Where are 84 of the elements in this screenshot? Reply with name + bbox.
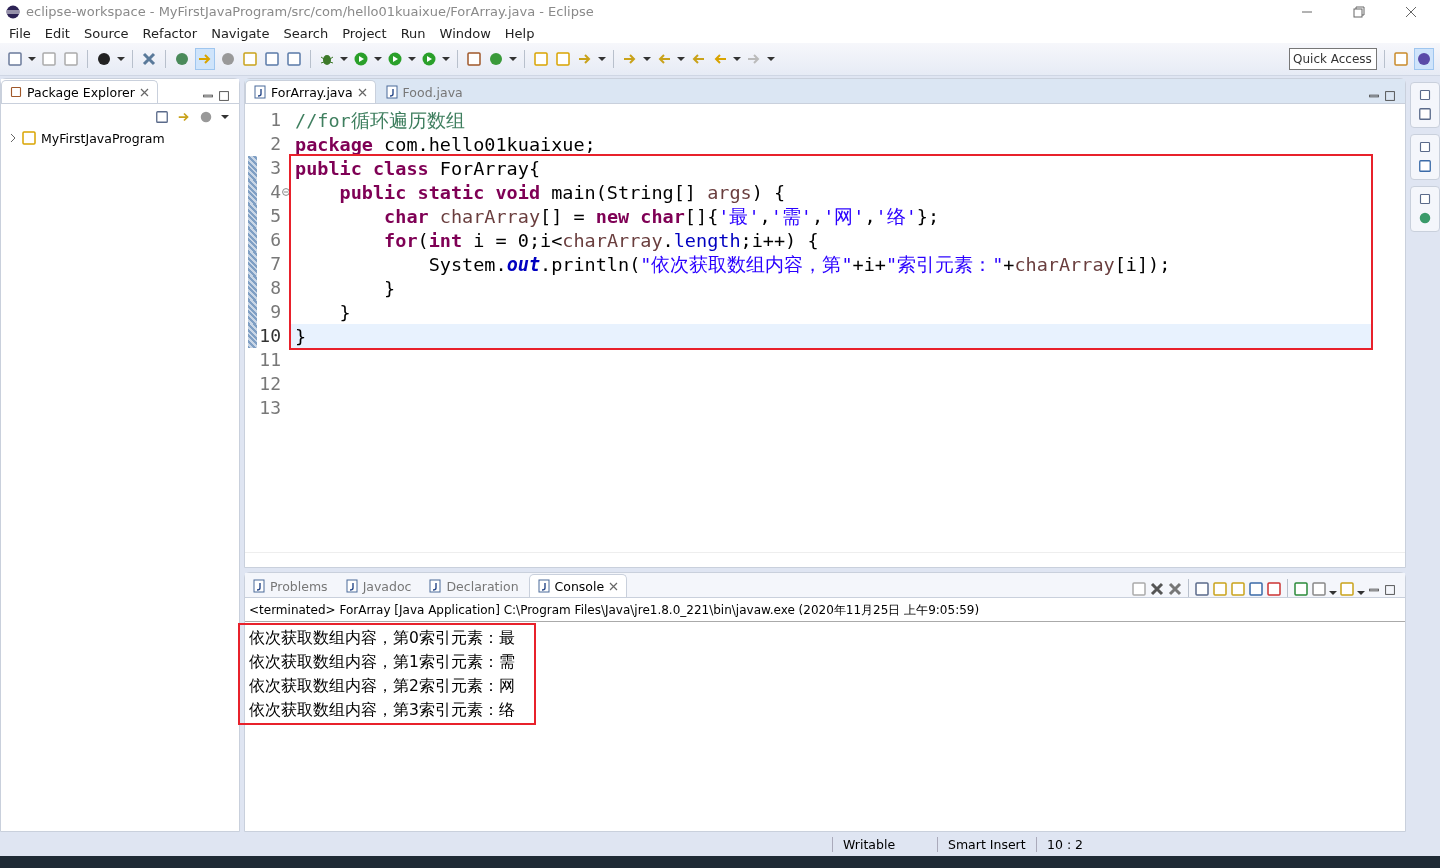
dropdown-caret-icon[interactable] [643, 55, 651, 63]
maximize-icon[interactable] [217, 89, 231, 103]
close-icon[interactable] [139, 87, 149, 97]
menu-item[interactable]: Run [393, 25, 433, 41]
code-line: public static void main(String[] args) { [338, 180, 787, 204]
run-icon[interactable] [353, 51, 369, 67]
view-tab[interactable]: Declaration [421, 575, 527, 597]
menu-item[interactable]: Navigate [204, 25, 277, 41]
remove-all-icon[interactable] [1167, 581, 1183, 597]
maximize-icon[interactable] [1383, 89, 1397, 103]
line-number: 5 [245, 204, 282, 228]
close-icon[interactable] [609, 581, 619, 591]
menu-item[interactable]: Help [497, 25, 542, 41]
console-output-line: 依次获取数组内容，第1索引元素：需 [249, 652, 515, 673]
dropdown-caret-icon[interactable] [28, 55, 36, 63]
window-title: eclipse-workspace - MyFirstJavaProgram/src/com/hello01kuaixue/ForArray.java - Eclipse [26, 4, 595, 19]
dropdown-caret-icon[interactable] [374, 55, 382, 63]
menu-item[interactable]: File [2, 25, 38, 41]
status-field: Smart Insert [937, 836, 1036, 852]
dropdown-caret-icon[interactable] [1329, 589, 1337, 597]
code-line: //for循环遍历数组 [294, 108, 466, 132]
external-tool-icon[interactable] [421, 51, 437, 67]
line-number: 3 [245, 156, 282, 180]
dropdown-caret-icon[interactable] [598, 55, 606, 63]
console-status-text: <terminated> ForArray [Java Application] C:\Program Files\Java\jre1.8.0_221\bin\javaw.exe (2020年11月25日 上午9:05:59) [245, 598, 1405, 622]
line-number: 7 [245, 252, 282, 276]
quick-access-field[interactable]: Quick Access [1289, 48, 1377, 70]
remove-icon[interactable] [1149, 581, 1165, 597]
view-icon [537, 579, 550, 593]
dropdown-caret-icon[interactable] [677, 55, 685, 63]
line-number: 11 [258, 348, 282, 372]
java-file-icon [385, 85, 398, 99]
run-coverage-icon[interactable] [387, 51, 403, 67]
dropdown-caret-icon[interactable] [117, 55, 125, 63]
dropdown-caret-icon[interactable] [767, 55, 775, 63]
code-line: char charArray[] = new char[]{'最','需','网','络'}; [383, 204, 941, 228]
dropdown-caret-icon[interactable] [509, 55, 517, 63]
view-tab[interactable]: Problems [245, 575, 336, 597]
close-icon[interactable] [357, 87, 367, 97]
line-number: 8 [245, 276, 282, 300]
console-output-line: 依次获取数组内容，第0索引元素：最 [249, 628, 515, 649]
code-line: for(int i = 0;i<charArray.length;i++) { [383, 228, 820, 252]
line-number: 12 [258, 372, 282, 396]
maximize-icon[interactable] [1383, 583, 1397, 597]
dropdown-caret-icon[interactable] [408, 55, 416, 63]
view-tab[interactable]: Console [528, 574, 628, 597]
status-field: 10 : 2 [1036, 836, 1127, 852]
line-number: 2 [269, 132, 282, 156]
menu-item[interactable]: Window [432, 25, 498, 41]
view-tab[interactable]: Javadoc [337, 575, 420, 597]
line-number: 4 [245, 180, 282, 204]
line-number: 13 [258, 396, 282, 420]
dropdown-caret-icon[interactable] [442, 55, 450, 63]
view-icon [429, 579, 442, 593]
code-line: public class ForArray{ [294, 156, 542, 180]
line-number: 9 [245, 300, 282, 324]
view-tab[interactable]: Package Explorer [1, 80, 158, 103]
code-line: System.out.println("依次获取数组内容，第"+i+"索引元素："+charArray[i]); [427, 252, 1172, 276]
editor-tab[interactable]: ForArray.java [245, 80, 376, 103]
view-icon [345, 579, 358, 593]
console-output-line: 依次获取数组内容，第2索引元素：网 [249, 676, 515, 697]
view-icon [253, 579, 265, 593]
line-number: 6 [245, 228, 282, 252]
code-line: package com.hello01kuaixue; [294, 132, 597, 156]
menu-item[interactable]: Refactor [135, 25, 205, 41]
fold-icon[interactable] [282, 188, 290, 196]
line-number: 10 [245, 324, 282, 348]
dropdown-caret-icon[interactable] [733, 55, 741, 63]
eclipse-logo-icon [6, 4, 20, 19]
menu-item[interactable]: Search [276, 25, 336, 41]
java-file-icon [254, 85, 266, 99]
menu-item[interactable]: Edit [37, 25, 77, 41]
code-line: } [338, 300, 352, 324]
editor-tab[interactable]: Food.java [377, 81, 471, 103]
status-field: Writable [832, 836, 937, 852]
menu-item[interactable]: Source [76, 25, 136, 41]
console-output-line: 依次获取数组内容，第3索引元素：络 [249, 700, 515, 721]
dropdown-caret-icon[interactable] [1357, 589, 1365, 597]
code-line: } [383, 276, 397, 300]
menu-item[interactable]: Project [335, 25, 394, 41]
tree-item[interactable]: MyFirstJavaProgram [41, 130, 165, 146]
dropdown-caret-icon[interactable] [221, 113, 229, 121]
line-number: 1 [269, 108, 282, 132]
dropdown-caret-icon[interactable] [340, 55, 348, 63]
